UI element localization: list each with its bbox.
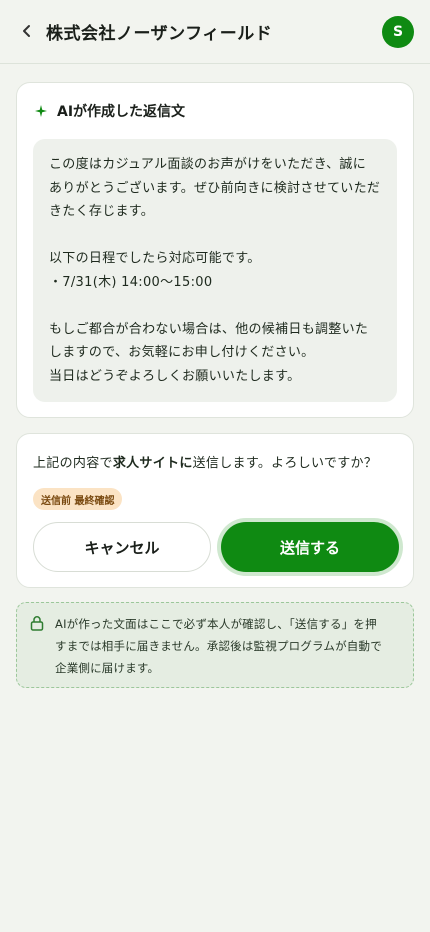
reply-line: ・7/31(木) 14:00〜15:00 [49, 274, 213, 290]
lock-icon [30, 616, 44, 631]
back-button[interactable] [16, 20, 38, 42]
ai-reply-card: AIが作成した返信文 この度はカジュアル面談のお声がけをいただき、誠に ありがと… [16, 82, 414, 418]
reply-line: しますので、お気軽にお申し付けください。 [49, 345, 315, 360]
ai-reply-card-title: AIが作成した返信文 [57, 104, 186, 120]
avatar[interactable]: S [382, 16, 414, 48]
notice-line: 企業側に届けます。 [55, 661, 160, 675]
cancel-button[interactable]: キャンセル [33, 522, 211, 572]
reply-line: もしご都合が合わない場合は、他の候補日も調整いた [49, 321, 369, 337]
confirm-destination: 求人サイトに [112, 456, 193, 471]
status-badge: 送信前 最終確認 [33, 488, 123, 510]
confirm-text-before: 上記の内容で [33, 456, 113, 471]
sparkle-icon [35, 105, 47, 117]
ai-reply-card-header: AIが作成した返信文 [35, 101, 185, 121]
notice-line: AIが作った文面はここで必ず本人が確認し、「送信する」を押 [55, 617, 377, 631]
approval-notice: AIが作った文面はここで必ず本人が確認し、「送信する」を押 すまでは相手に届きま… [16, 602, 414, 688]
reply-line: 以下の日程でしたら対応可能です。 [49, 251, 261, 266]
reply-line: 当日はどうぞよろしくお願いいたします。 [49, 368, 301, 384]
notice-line: すまでは相手に届きません。承認後は監視プログラムが自動で [55, 639, 382, 653]
confirm-text-after: 送信します。よろしいですか？ [192, 456, 378, 471]
notice-text: AIが作った文面はここで必ず本人が確認し、「送信する」を押 すまでは相手に届きま… [55, 613, 405, 679]
send-confirm-card: 上記の内容で求人サイトに送信します。よろしいですか？ 送信前 最終確認 キャンセ… [16, 433, 414, 588]
confirm-question: 上記の内容で求人サイトに送信します。よろしいですか？ [33, 452, 377, 471]
reply-blank-line [49, 294, 381, 318]
reply-line: この度はカジュアル面談のお声がけをいただき、誠に [49, 157, 366, 172]
send-button[interactable]: 送信する [221, 522, 399, 572]
app-header: 株式会社ノーザンフィールド S [0, 0, 430, 64]
reply-blank-line [49, 224, 381, 248]
reply-text-box: この度はカジュアル面談のお声がけをいただき、誠に ありがとうございます。ぜひ前向… [33, 139, 397, 402]
page-title: 株式会社ノーザンフィールド [46, 24, 273, 44]
reply-line: きたく存じます。 [49, 204, 155, 219]
reply-line: ありがとうございます。ぜひ前向きに検討させていただ [49, 180, 381, 196]
chevron-left-icon [23, 25, 30, 37]
